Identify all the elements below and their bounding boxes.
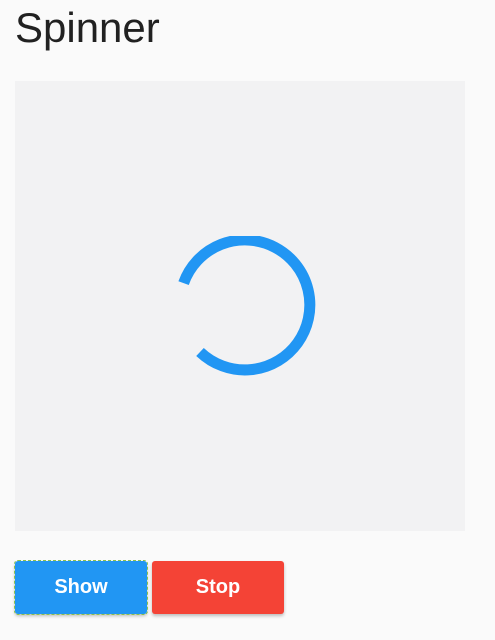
spinner-panel (15, 81, 465, 531)
show-button[interactable]: Show (14, 560, 148, 615)
stop-button[interactable]: Stop (152, 561, 284, 614)
spinner-arc (178, 236, 316, 376)
page-title: Spinner (15, 4, 160, 51)
spinner-icon (178, 236, 316, 376)
